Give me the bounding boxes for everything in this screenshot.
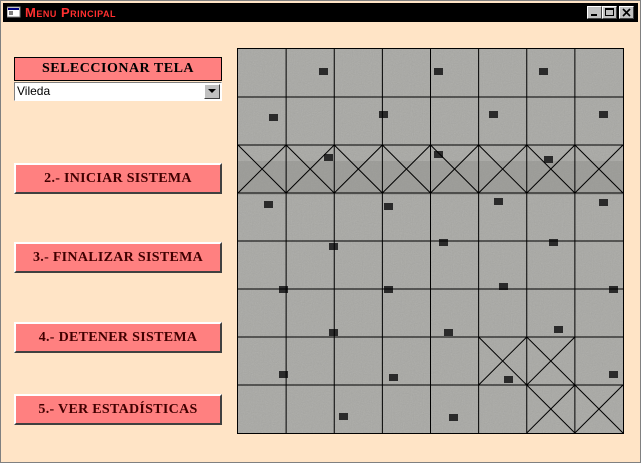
stop-system-button[interactable]: 4.- DETENER SISTEMA: [14, 322, 222, 353]
minimize-icon: [591, 14, 597, 16]
fabric-speck: [599, 111, 608, 118]
select-fabric-label: SELECCIONAR TELA: [14, 57, 222, 81]
maximize-button[interactable]: [602, 6, 617, 19]
minimize-button[interactable]: [587, 6, 602, 19]
fabric-speck: [599, 199, 608, 206]
close-button[interactable]: [619, 6, 634, 19]
fabric-speck: [554, 326, 563, 333]
chevron-down-icon: [208, 89, 216, 93]
fabric-speck: [279, 371, 288, 378]
app-icon: [7, 6, 21, 18]
view-statistics-button[interactable]: 5.- VER ESTADÍSTICAS: [14, 394, 222, 425]
fabric-speck: [449, 414, 458, 421]
close-icon: [622, 8, 631, 17]
title-bar: Menu Principal: [3, 3, 638, 22]
main-menu-window: Menu Principal SELECCIONAR TELA Vileda 2…: [0, 0, 641, 463]
dropdown-button[interactable]: [204, 84, 220, 99]
fabric-speck: [609, 371, 618, 378]
fabric-speck: [379, 111, 388, 118]
fabric-speck: [549, 239, 558, 246]
window-title: Menu Principal: [25, 5, 116, 20]
fabric-speck: [384, 203, 393, 210]
fabric-speck: [439, 239, 448, 246]
fabric-speck: [434, 151, 443, 158]
fabric-speck: [329, 243, 338, 250]
fabric-select[interactable]: Vileda: [14, 82, 222, 101]
fabric-speck: [489, 111, 498, 118]
fabric-speck: [389, 374, 398, 381]
fabric-speck: [444, 329, 453, 336]
fabric-image: [238, 49, 623, 433]
fabric-speck: [494, 198, 503, 205]
fabric-select-value: Vileda: [17, 84, 51, 98]
finish-system-button[interactable]: 3.- FINALIZAR SISTEMA: [14, 242, 222, 273]
fabric-speck: [504, 376, 513, 383]
fabric-speck: [434, 68, 443, 75]
fabric-speck: [324, 154, 333, 161]
fabric-speck: [264, 201, 273, 208]
fabric-inspection-view: [237, 48, 624, 434]
fabric-speck: [544, 156, 553, 163]
start-system-button[interactable]: 2.- INICIAR SISTEMA: [14, 163, 222, 194]
fabric-speck: [319, 68, 328, 75]
fabric-speck: [539, 68, 548, 75]
fabric-speck: [269, 114, 278, 121]
fabric-speck: [339, 413, 348, 420]
maximize-icon: [605, 8, 614, 16]
fabric-speck: [329, 329, 338, 336]
